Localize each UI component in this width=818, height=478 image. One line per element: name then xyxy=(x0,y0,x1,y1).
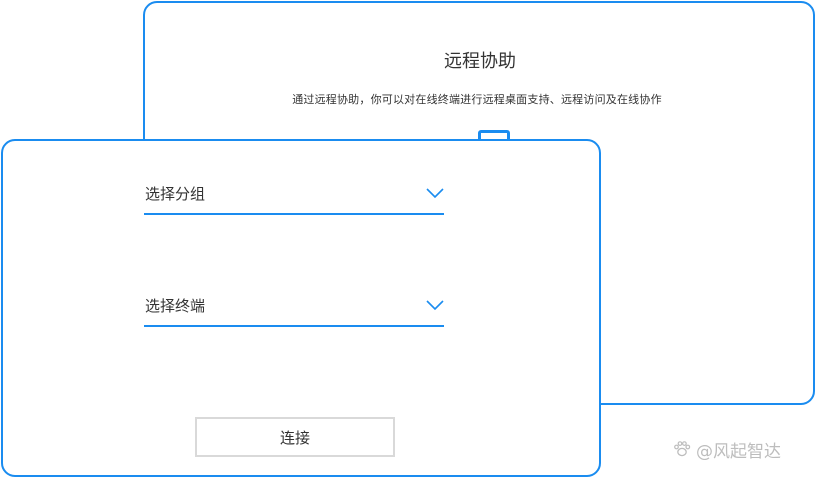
terminal-select[interactable]: 选择终端 xyxy=(144,293,444,327)
group-select[interactable]: 选择分组 xyxy=(144,181,444,215)
group-select-label: 选择分组 xyxy=(145,185,206,203)
status-dots-icon xyxy=(453,132,475,147)
chevron-down-icon xyxy=(426,300,444,311)
page-subtitle: 通过远程协助，你可以对在线终端进行远程桌面支持、远程访问及在线协作 xyxy=(292,93,662,106)
paw-icon xyxy=(674,441,691,457)
watermark-text: @风起智达 xyxy=(696,441,781,462)
page-title: 远程协助 xyxy=(444,51,516,72)
terminal-select-label: 选择终端 xyxy=(145,297,206,315)
connect-button[interactable]: 连接 xyxy=(195,417,395,457)
watermark: @风起智达 xyxy=(672,438,781,462)
connect-form-card: 选择分组 选择终端 连接 xyxy=(1,139,601,477)
chevron-down-icon xyxy=(426,188,444,199)
